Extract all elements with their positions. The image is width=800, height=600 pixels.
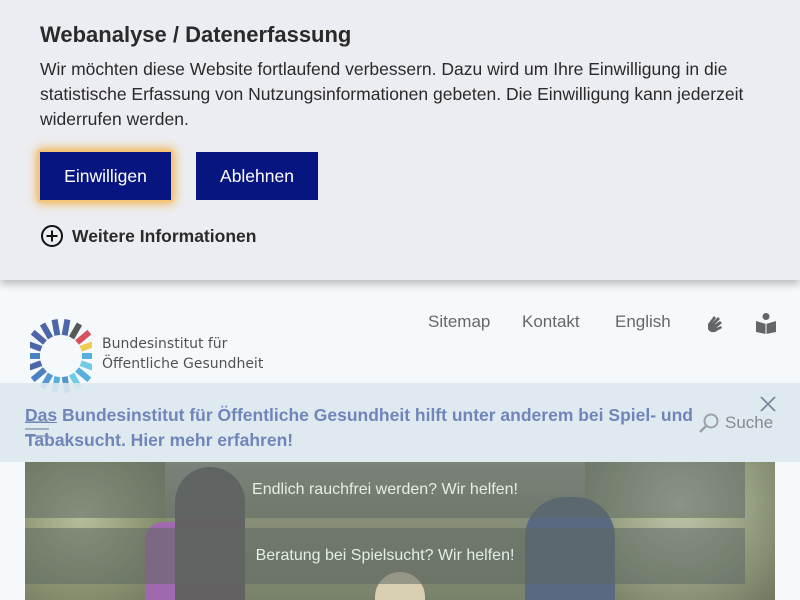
consent-banner: Webanalyse / Datenerfassung Wir möchten …	[0, 0, 800, 280]
more-info-label: Weitere Informationen	[72, 225, 257, 246]
hero-image: Endlich rauchfrei werden? Wir helfen! Be…	[25, 462, 775, 600]
logo-line-1: Bundesinstitut für	[102, 336, 228, 352]
easy-language-icon[interactable]	[755, 312, 777, 334]
plus-circle-icon	[41, 225, 63, 247]
nav-kontakt-link[interactable]: Kontakt	[522, 312, 580, 332]
consent-title: Webanalyse / Datenerfassung	[40, 22, 352, 47]
consent-description: Wir möchten diese Website fortlaufend ve…	[40, 59, 744, 129]
info-strip-message: Bundesinstitut für Öffentliche Gesundhei…	[25, 405, 693, 450]
logo-line-2: Öffentliche Gesundheit	[102, 356, 264, 372]
sign-language-icon[interactable]	[705, 312, 727, 334]
close-icon[interactable]	[758, 394, 778, 414]
nav-sitemap-link[interactable]: Sitemap	[428, 312, 490, 332]
logo-text: Bundesinstitut für Öffentliche Gesundhei…	[102, 334, 263, 374]
accept-button[interactable]: Einwilligen	[40, 152, 171, 200]
info-strip-link-word[interactable]: Das	[25, 405, 57, 425]
more-info-toggle[interactable]: Weitere Informationen	[40, 224, 256, 248]
hero-cta-rauchfrei[interactable]: Endlich rauchfrei werden? Wir helfen!	[25, 462, 745, 518]
hero-cta-spielsucht[interactable]: Beratung bei Spielsucht? Wir helfen!	[25, 528, 745, 584]
info-strip-text[interactable]: Das Bundesinstitut für Öffentliche Gesun…	[25, 403, 735, 453]
decline-button[interactable]: Ablehnen	[196, 152, 318, 200]
nav-english-link[interactable]: English	[615, 312, 671, 332]
